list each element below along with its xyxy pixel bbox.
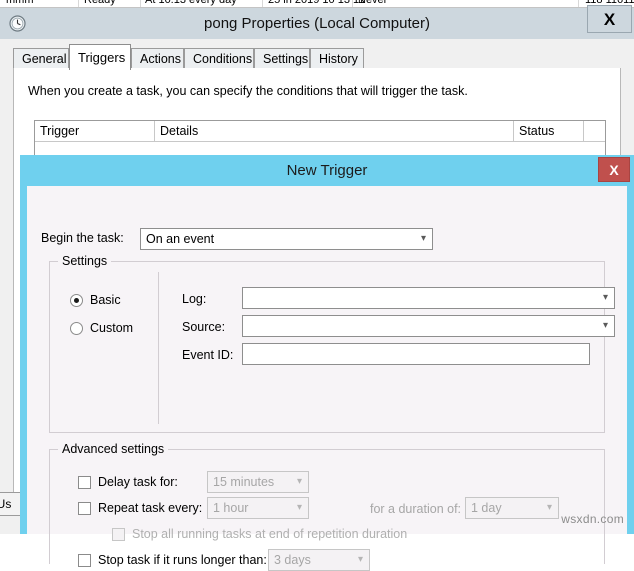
tab-history[interactable]: History (310, 48, 364, 69)
group-vertical-divider (158, 272, 159, 424)
stop-all-running-label: Stop all running tasks at end of repetit… (132, 527, 408, 541)
radio-basic[interactable]: Basic (70, 292, 150, 310)
radio-basic-label: Basic (90, 293, 121, 307)
tab-actions[interactable]: Actions (131, 48, 184, 69)
page-title: pong Properties (Local Computer) (204, 15, 430, 32)
source-label: Source: (182, 320, 226, 334)
chevron-down-icon: ▾ (602, 320, 608, 331)
chevron-down-icon: ▾ (357, 554, 363, 565)
tab-settings[interactable]: Settings (254, 48, 310, 69)
bg-row-fragment: Ready (84, 0, 116, 6)
chevron-down-icon: ▾ (420, 233, 426, 244)
dialog-title-bar: New Trigger X (20, 155, 634, 186)
advanced-group-title: Advanced settings (58, 442, 169, 456)
close-icon[interactable]: X (587, 5, 632, 33)
duration-combobox[interactable]: 1 day ▾ (465, 497, 559, 519)
log-label: Log: (182, 292, 207, 306)
tab-general[interactable]: General (13, 48, 69, 69)
radio-custom-label: Custom (90, 321, 134, 335)
begin-task-combobox[interactable]: On an event ▾ (140, 228, 433, 250)
bg-row-fragment: 25 in 2019 10 13 11 (268, 0, 365, 6)
begin-task-label: Begin the task: (41, 231, 124, 245)
chevron-down-icon: ▾ (602, 292, 608, 303)
tab-strip: General Triggers Actions Conditions Sett… (13, 44, 621, 70)
new-trigger-dialog: New Trigger X Begin the task: On an even… (20, 155, 634, 571)
settings-groupbox: Settings Basic Custom Log: ▾ Source: ▾ E… (49, 254, 615, 433)
repeat-task-checkbox-box (78, 502, 91, 515)
chevron-down-icon: ▾ (296, 476, 302, 487)
event-id-label: Event ID: (182, 348, 234, 362)
stop-if-longer-label: Stop task if it runs longer than: (98, 553, 267, 567)
column-header-status[interactable]: Status (514, 121, 584, 141)
tab-conditions[interactable]: Conditions (184, 48, 254, 69)
table-header-row: Trigger Details Status (35, 121, 605, 142)
radio-basic-indicator (70, 294, 83, 307)
stop-if-longer-checkbox[interactable]: Stop task if it runs longer than: (78, 553, 288, 569)
chevron-down-icon: ▾ (296, 502, 302, 513)
parent-title-bar: pong Properties (Local Computer) X (0, 5, 634, 39)
duration-value: 1 day (471, 501, 502, 515)
log-combobox[interactable]: ▾ (242, 287, 615, 309)
radio-custom[interactable]: Custom (70, 320, 160, 338)
chevron-down-icon: ▾ (546, 502, 552, 513)
dialog-title: New Trigger (286, 162, 368, 179)
close-icon[interactable]: X (598, 157, 630, 182)
column-header-trigger[interactable]: Trigger (35, 121, 155, 141)
duration-label: for a duration of: (370, 502, 462, 516)
bg-row-fragment: At 10:13 every day (145, 0, 237, 6)
tab-description: When you create a task, you can specify … (28, 84, 468, 98)
delay-task-combobox[interactable]: 15 minutes ▾ (207, 471, 309, 493)
source-combobox[interactable]: ▾ (242, 315, 615, 337)
delay-task-label: Delay task for: (98, 475, 178, 489)
column-header-details[interactable]: Details (155, 121, 514, 141)
bg-row-fragment: Never (358, 0, 388, 6)
watermark: wsxdn.com (561, 512, 624, 526)
delay-task-checkbox-box (78, 476, 91, 489)
stop-all-running-checkbox[interactable]: Stop all running tasks at end of repetit… (112, 527, 422, 543)
column-header-spacer (584, 121, 605, 141)
background-task-list-strip: mmm Ready At 10:13 every day 25 in 2019 … (0, 0, 634, 8)
stop-if-longer-value: 3 days (274, 553, 311, 567)
repeat-task-label: Repeat task every: (98, 501, 203, 515)
stop-if-longer-checkbox-box (78, 554, 91, 567)
repeat-task-combobox[interactable]: 1 hour ▾ (207, 497, 309, 519)
settings-group-title: Settings (58, 254, 112, 268)
stop-all-running-checkbox-box (112, 528, 125, 541)
bg-row-fragment: mmm (6, 0, 34, 6)
tab-triggers[interactable]: Triggers (69, 44, 131, 70)
dialog-body: Begin the task: On an event ▾ Settings B… (27, 186, 627, 571)
repeat-task-value: 1 hour (213, 501, 249, 515)
event-id-input[interactable] (242, 343, 590, 365)
delay-task-checkbox[interactable]: Delay task for: (78, 475, 188, 491)
advanced-settings-groupbox: Advanced settings Delay task for: 15 min… (49, 442, 605, 571)
stop-if-longer-combobox[interactable]: 3 days ▾ (268, 549, 370, 571)
delay-task-value: 15 minutes (213, 475, 275, 489)
repeat-task-checkbox[interactable]: Repeat task every: (78, 501, 208, 517)
begin-task-value: On an event (146, 232, 215, 246)
radio-custom-indicator (70, 322, 83, 335)
